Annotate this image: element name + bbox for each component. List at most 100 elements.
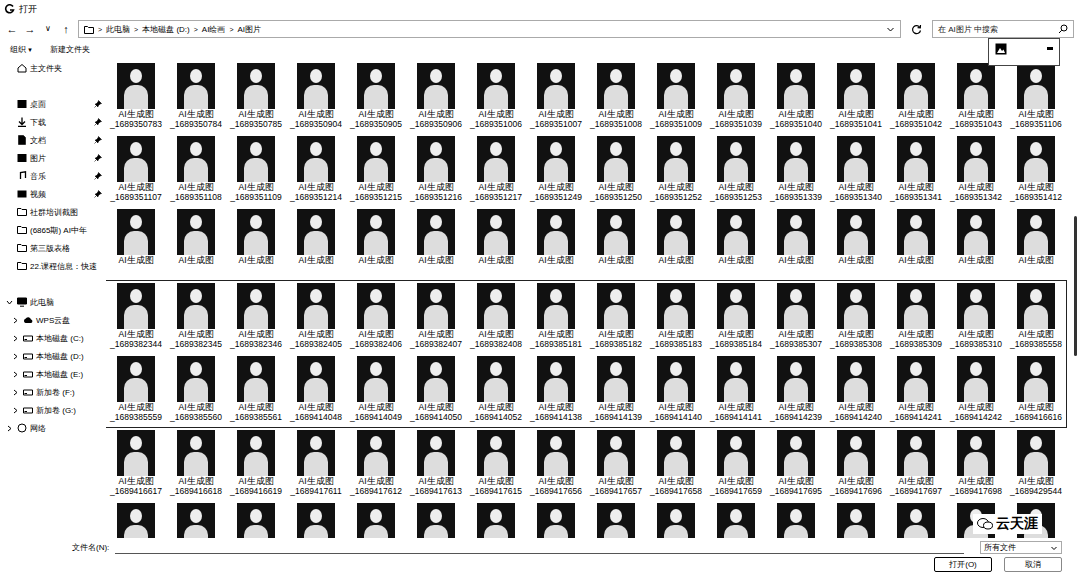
file-item[interactable]: AI生成图_1689385310 [946,281,1006,354]
file-item[interactable]: AI生成图 [826,207,886,280]
recent-button[interactable]: ∨ [42,22,54,36]
file-item[interactable]: AI生成图_1689351041 [826,61,886,134]
file-item[interactable]: AI生成图_1689382407 [406,281,466,354]
file-item[interactable]: AI生成图_1689351253 [706,134,766,207]
file-item[interactable]: AI生成图_1689414240 [826,354,886,427]
file-item[interactable] [346,501,406,538]
file-item[interactable]: AI生成图_1689351108 [166,134,226,207]
file-item[interactable]: AI生成图_1689417659 [706,428,766,501]
file-item[interactable]: AI生成图_1689417695 [766,428,826,501]
file-item[interactable]: AI生成图 [526,207,586,280]
refresh-icon[interactable] [911,24,922,35]
file-item[interactable]: AI生成图 [226,207,286,280]
file-item[interactable]: AI生成图_1689414241 [886,354,946,427]
file-item[interactable]: AI生成图_1689351216 [406,134,466,207]
scrollbar-thumb[interactable] [1074,216,1077,355]
file-item[interactable]: AI生成图_1689351250 [586,134,646,207]
file-item[interactable]: AI生成图_1689350784 [166,61,226,134]
file-item[interactable]: AI生成图_1689382345 [166,281,226,354]
file-item[interactable]: AI生成图_1689350785 [226,61,286,134]
file-item[interactable]: AI生成图_1689414141 [706,354,766,427]
file-item[interactable]: AI生成图_1689385182 [586,281,646,354]
file-item[interactable] [526,501,586,538]
file-item[interactable]: AI生成图_1689417697 [886,428,946,501]
file-item[interactable]: AI生成图_1689351043 [946,61,1006,134]
file-item[interactable] [826,501,886,538]
chevron-icon[interactable] [12,353,19,360]
file-item[interactable] [766,501,826,538]
back-button[interactable]: ← [6,22,18,36]
file-item[interactable] [586,501,646,538]
file-item[interactable]: AI生成图_1689414052 [466,354,526,427]
file-item[interactable]: AI生成图_1689385309 [886,281,946,354]
file-item[interactable]: AI生成图_1689351339 [766,134,826,207]
forward-button[interactable]: → [24,22,36,36]
file-item[interactable]: AI生成图_1689417656 [526,428,586,501]
file-item[interactable]: AI生成图 [106,207,166,280]
sidebar-item[interactable]: 社群培训截图 [0,203,106,221]
file-item[interactable]: AI生成图_1689414139 [586,354,646,427]
path-segment[interactable]: AI图片 [238,24,262,35]
path-segment[interactable]: 本地磁盘 (D:) [142,24,190,35]
file-item[interactable]: AI生成图_1689351109 [226,134,286,207]
file-item[interactable]: AI生成图_1689385558 [1006,281,1066,354]
file-item[interactable]: AI生成图 [706,207,766,280]
file-item[interactable]: AI生成图 [1006,207,1066,280]
file-item[interactable]: AI生成图_1689351214 [286,134,346,207]
up-button[interactable]: ↑ [60,22,72,36]
sidebar-item[interactable]: 本地磁盘 (C:) [0,329,106,347]
file-item[interactable]: AI生成图_1689385183 [646,281,706,354]
file-item[interactable] [106,501,166,538]
file-item[interactable] [226,501,286,538]
chevron-icon[interactable] [12,389,19,396]
file-item[interactable]: AI生成图_1689382346 [226,281,286,354]
dialog-button[interactable]: 取消 [1004,557,1062,572]
sidebar-item[interactable]: 新加卷 (F:) [0,383,106,401]
file-item[interactable]: AI生成图_1689417658 [646,428,706,501]
file-item[interactable]: AI生成图_1689417613 [406,428,466,501]
file-item[interactable]: AI生成图_1689382408 [466,281,526,354]
sidebar-item[interactable]: 此电脑 [0,293,106,311]
file-item[interactable] [886,501,946,538]
sidebar-item[interactable]: 第三版表格 [0,239,106,257]
file-item[interactable]: AI生成图_1689382406 [346,281,406,354]
file-item[interactable]: AI生成图_1689350905 [346,61,406,134]
file-item[interactable]: AI生成图 [946,207,1006,280]
file-item[interactable]: AI生成图 [586,207,646,280]
sidebar-item[interactable]: 本地磁盘 (D:) [0,347,106,365]
file-item[interactable]: AI生成图_1689414048 [286,354,346,427]
file-item[interactable]: AI生成图_1689382405 [286,281,346,354]
file-item[interactable]: AI生成图_1689350783 [106,61,166,134]
sidebar-item[interactable]: 网络 [0,419,106,437]
file-item[interactable]: AI生成图_1689385561 [226,354,286,427]
file-item[interactable]: AI生成图_1689350906 [406,61,466,134]
organize-button[interactable]: 组织 ▾ [10,44,32,55]
file-item[interactable]: AI生成图_1689385559 [106,354,166,427]
file-item[interactable]: AI生成图_1689351040 [766,61,826,134]
file-item[interactable]: AI生成图_1689414239 [766,354,826,427]
file-item[interactable]: AI生成图_1689385307 [766,281,826,354]
file-item[interactable]: AI生成图_1689385184 [706,281,766,354]
file-item[interactable]: AI生成图_1689429544 [1006,428,1066,501]
file-item[interactable]: AI生成图_1689417657 [586,428,646,501]
file-item[interactable]: AI生成图_1689385308 [826,281,886,354]
file-item[interactable]: AI生成图 [346,207,406,280]
file-item[interactable] [706,501,766,538]
filename-field[interactable] [115,541,964,554]
chevron-icon[interactable] [12,317,19,324]
sidebar-item[interactable]: 下载 [0,113,106,131]
file-item[interactable]: AI生成图_1689416619 [226,428,286,501]
scrollbar[interactable] [1070,58,1080,538]
chevron-icon[interactable] [12,407,19,414]
sidebar-item[interactable]: 文档 [0,131,106,149]
file-item[interactable]: AI生成图_1689414050 [406,354,466,427]
file-item[interactable]: AI生成图_1689385181 [526,281,586,354]
file-item[interactable]: AI生成图_1689414138 [526,354,586,427]
sidebar-item[interactable]: (6865期) AI中年 [0,221,106,239]
chevron-icon[interactable] [12,371,19,378]
dialog-button[interactable]: 打开(O) [934,557,992,572]
search-field[interactable]: 在 AI图片 中搜索 [932,20,1074,38]
file-item[interactable] [646,501,706,538]
sidebar-item[interactable]: 新加卷 (G:) [0,401,106,419]
sidebar-item[interactable]: 视频 [0,185,106,203]
